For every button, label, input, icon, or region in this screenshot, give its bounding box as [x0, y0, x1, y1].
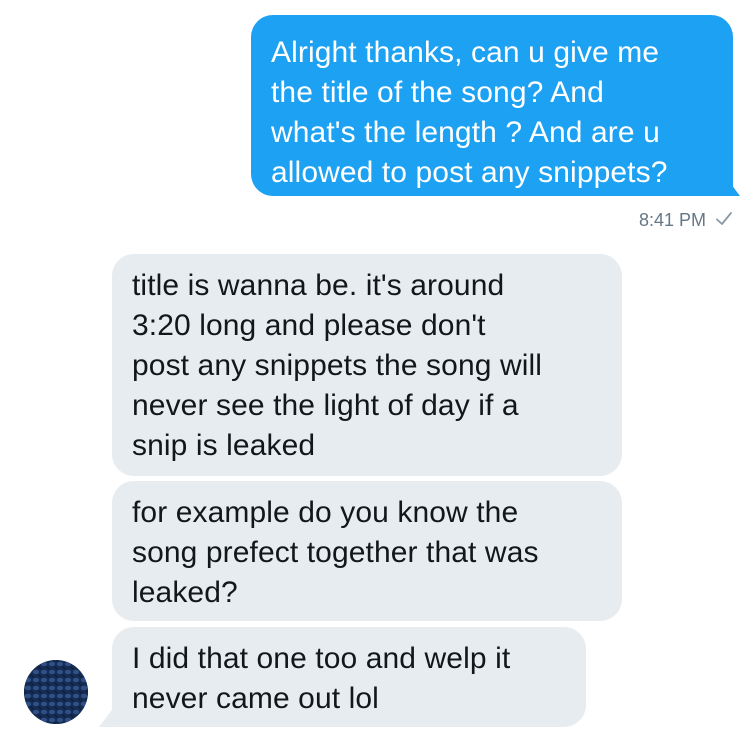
received-message-bubble[interactable]: for example do you know the song prefect… [112, 481, 622, 621]
received-bubble-tail [99, 703, 117, 727]
avatar-icon[interactable] [24, 660, 88, 724]
received-message-bubble[interactable]: title is wanna be. it's around 3:20 long… [112, 254, 622, 476]
avatar-pattern [24, 660, 88, 724]
sent-message-bubble[interactable]: Alright thanks, can u give me the title … [251, 15, 733, 196]
message-timestamp: 8:41 PM [638, 210, 706, 230]
received-message-bubble[interactable]: I did that one too and welp it never cam… [112, 627, 586, 727]
sent-bubble-tail [722, 172, 740, 196]
checkmark-icon [716, 212, 732, 225]
